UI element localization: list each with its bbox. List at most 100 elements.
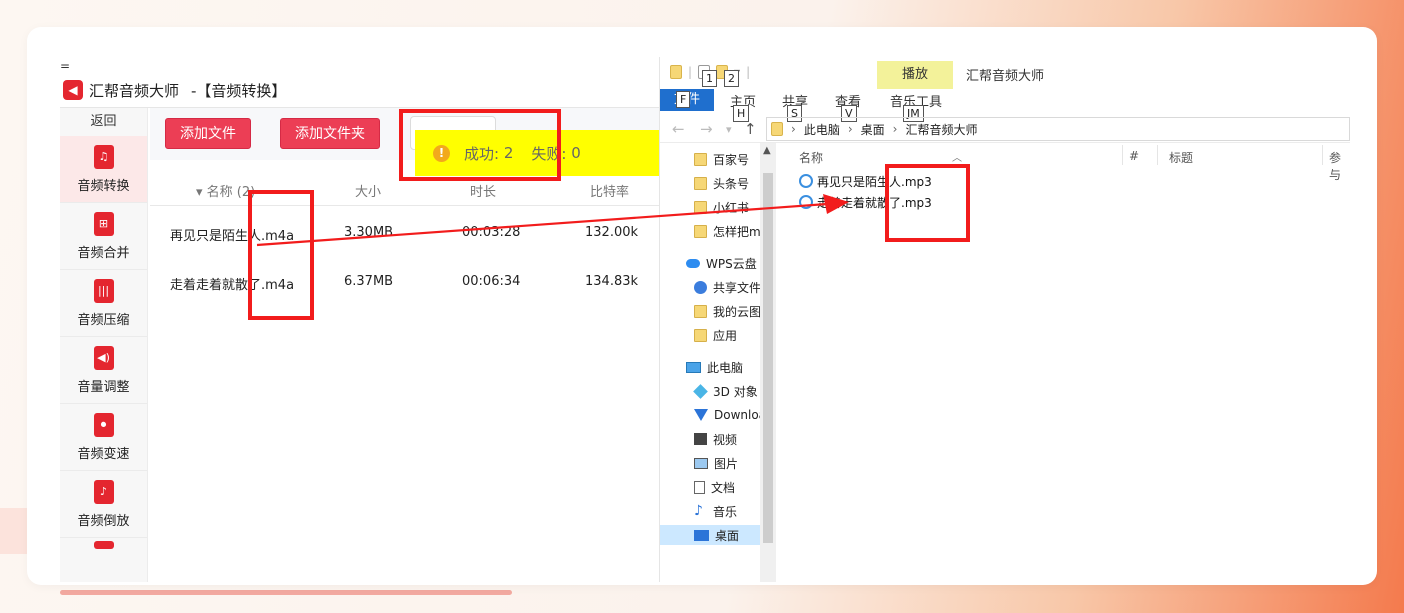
music-note-icon: ♪: [93, 479, 114, 504]
app-logo-icon: ◀: [63, 80, 83, 100]
sidebar-item-audio-convert[interactable]: ♫ 音频转换: [60, 136, 147, 203]
audio-merge-icon: ⊞: [93, 211, 114, 236]
forward-arrow-icon[interactable]: →: [700, 120, 713, 138]
nav-item[interactable]: 百家号: [694, 149, 749, 169]
col-name[interactable]: 名称: [799, 149, 823, 166]
file-size: 3.30MB: [344, 225, 394, 240]
col-name[interactable]: ▾ 名称 (2): [196, 181, 255, 200]
audio-convert-icon: ♫: [93, 144, 114, 169]
nav-scrollbar[interactable]: ▲: [760, 143, 776, 582]
scroll-thumb[interactable]: [763, 173, 773, 543]
back-arrow-icon[interactable]: ←: [672, 120, 685, 138]
background-line: [60, 590, 512, 595]
cloud-icon: [686, 258, 700, 268]
sidebar-item-audio-reverse[interactable]: ♪ 音频倒放: [60, 471, 147, 538]
sidebar: 返回 ♫ 音频转换 ⊞ 音频合并 ||| 音频压缩 ◀) 音量调整 ⏺ 音频变速: [60, 108, 148, 582]
folder-icon: [694, 328, 707, 342]
sidebar-item-audio-speed[interactable]: ⏺ 音频变速: [60, 404, 147, 471]
nav-item[interactable]: 3D 对象: [693, 381, 758, 401]
sidebar-item-audio-compress[interactable]: ||| 音频压缩: [60, 270, 147, 337]
fail-count: 0: [571, 144, 581, 162]
address-input[interactable]: › 此电脑 › 桌面 › 汇帮音频大师: [766, 117, 1350, 141]
nav-item[interactable]: 共享文件: [694, 277, 761, 297]
scroll-up-icon[interactable]: ▲: [763, 145, 771, 156]
volume-icon: ◀): [93, 345, 114, 370]
folder-icon: [694, 224, 707, 238]
folder-icon: [771, 122, 783, 136]
file-bitrate: 132.00k: [585, 225, 639, 240]
table-row[interactable]: 走着走着就散了.m4a 6.37MB 00:06:34 134.83k: [150, 269, 660, 297]
file-bitrate: 134.83k: [585, 274, 639, 289]
add-file-button[interactable]: 添加文件: [165, 118, 251, 149]
up-arrow-icon[interactable]: ↑: [744, 120, 757, 138]
chevron-down-icon[interactable]: ▾: [726, 123, 732, 136]
sidebar-item-label: 音频倒放: [77, 513, 130, 529]
audio-compress-icon: |||: [93, 278, 114, 303]
nav-item[interactable]: 我的云图: [694, 301, 761, 321]
nav-item[interactable]: 小红书: [694, 197, 749, 217]
nav-item[interactable]: 视频: [694, 429, 737, 449]
breadcrumb-item[interactable]: 汇帮音频大师: [905, 121, 977, 138]
picture-icon: [694, 457, 708, 469]
chevron-right-icon: ›: [892, 122, 898, 136]
col-bitrate[interactable]: 比特率: [590, 181, 629, 200]
explorer-window-title: 汇帮音频大师: [966, 69, 1045, 84]
sidebar-item-volume-adjust[interactable]: ◀) 音量调整: [60, 337, 147, 404]
folder-icon: [694, 176, 707, 190]
sidebar-item-label: 音频压缩: [77, 312, 130, 328]
col-number[interactable]: #: [1129, 149, 1139, 163]
column-header: ︿ 名称 # 标题 参与: [777, 143, 1350, 182]
tab-play[interactable]: 播放: [877, 61, 953, 89]
download-icon: [694, 409, 708, 421]
col-size[interactable]: 大小: [355, 181, 381, 200]
music-icon: ♪: [694, 503, 703, 519]
col-participant[interactable]: 参与: [1329, 149, 1350, 183]
col-title[interactable]: 标题: [1169, 149, 1193, 166]
breadcrumb-item[interactable]: 桌面: [861, 121, 885, 138]
breadcrumb-item[interactable]: 此电脑: [804, 121, 840, 138]
folder-icon: [694, 304, 707, 318]
audio-file-icon: [799, 195, 813, 209]
share-icon: [694, 280, 707, 294]
file-explorer-window: | ▾ | 1 2 播放 汇帮音频大师 文件 主页 共享 查看 音乐工具 F H…: [659, 57, 1350, 582]
table-row[interactable]: 再见只是陌生人.m4a 3.30MB 00:03:28 132.00k: [150, 220, 660, 248]
screenshot-card: = ◀ 汇帮音频大师 -【音频转换】 返回 ♫ 音频转换 ⊞ 音频合并 ||| …: [27, 27, 1377, 585]
nav-item[interactable]: 文档: [694, 477, 735, 497]
navigation-pane: 百家号 头条号 小红书 怎样把m WPS云盘 共享文件 我的云图 应用 此电脑 …: [660, 143, 776, 582]
keytip-1: 1: [702, 70, 717, 87]
file-list: ︿ 名称 # 标题 参与 再见只是陌生人.mp3 走着走着就散了.mp3: [777, 143, 1350, 582]
app-section-title: -【音频转换】: [191, 81, 287, 100]
folder-icon: [694, 152, 707, 166]
nav-item[interactable]: 图片: [694, 453, 738, 473]
app-titlebar: ◀ 汇帮音频大师 -【音频转换】: [63, 79, 286, 101]
nav-item[interactable]: 此电脑: [686, 357, 743, 377]
header-divider: [150, 205, 660, 206]
file-duration: 00:06:34: [462, 274, 521, 289]
highlight-box-mp3: [885, 164, 970, 242]
nav-item[interactable]: 怎样把m: [694, 221, 761, 241]
desktop-icon: [694, 529, 709, 541]
document-icon: [694, 480, 705, 494]
nav-item[interactable]: 头条号: [694, 173, 749, 193]
nav-item-selected[interactable]: 桌面: [660, 525, 760, 545]
sidebar-item-more[interactable]: [60, 538, 147, 552]
address-bar-row: ← → ▾ ↑ › 此电脑 › 桌面 › 汇帮音频大师: [660, 115, 1350, 143]
col-duration[interactable]: 时长: [470, 181, 496, 200]
add-folder-button[interactable]: 添加文件夹: [280, 118, 380, 149]
highlight-box-m4a: [248, 190, 314, 320]
nav-item[interactable]: Downloa: [694, 405, 766, 425]
film-icon: [93, 541, 114, 549]
back-button[interactable]: 返回: [60, 108, 147, 136]
nav-item[interactable]: 应用: [694, 325, 737, 345]
sidebar-item-audio-merge[interactable]: ⊞ 音频合并: [60, 203, 147, 270]
file-size: 6.37MB: [344, 274, 394, 289]
keytip-2: 2: [724, 70, 739, 87]
nav-item[interactable]: ♪ 音乐: [694, 501, 737, 521]
sidebar-item-label: 音量调整: [77, 379, 130, 395]
menu-icon[interactable]: =: [60, 59, 70, 73]
nav-item[interactable]: WPS云盘: [686, 253, 757, 273]
app-title: 汇帮音频大师: [89, 81, 180, 100]
keytip-f: F: [676, 91, 691, 108]
sort-caret-icon: ︿: [952, 153, 962, 164]
audio-app-window: = ◀ 汇帮音频大师 -【音频转换】 返回 ♫ 音频转换 ⊞ 音频合并 ||| …: [60, 57, 660, 582]
